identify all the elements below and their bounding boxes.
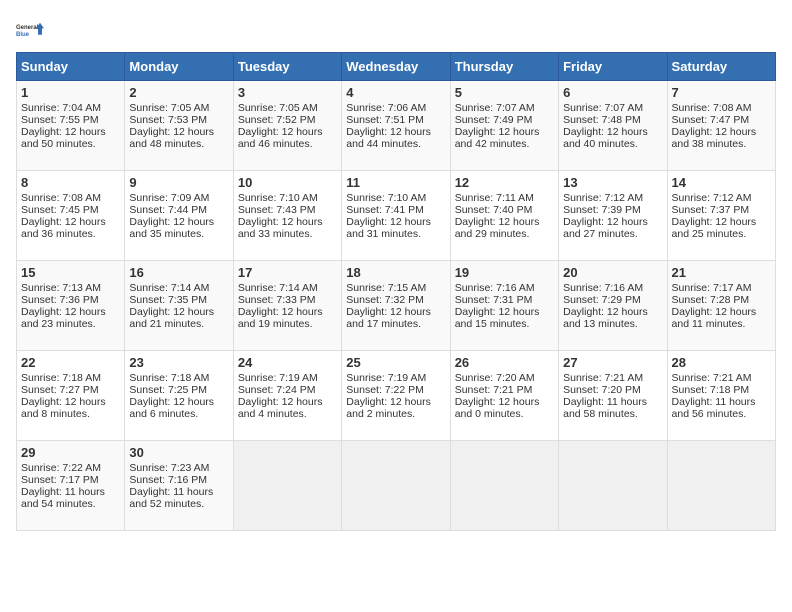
calendar-day-28: 28Sunrise: 7:21 AMSunset: 7:18 PMDayligh… bbox=[667, 351, 775, 441]
calendar-day-27: 27Sunrise: 7:21 AMSunset: 7:20 PMDayligh… bbox=[559, 351, 667, 441]
day-number: 12 bbox=[455, 175, 554, 190]
day-number: 5 bbox=[455, 85, 554, 100]
weekday-header-friday: Friday bbox=[559, 53, 667, 81]
day-number: 18 bbox=[346, 265, 445, 280]
svg-text:General: General bbox=[16, 25, 39, 31]
day-number: 20 bbox=[563, 265, 662, 280]
day-number: 7 bbox=[672, 85, 771, 100]
weekday-header-sunday: Sunday bbox=[17, 53, 125, 81]
calendar-day-8: 8Sunrise: 7:08 AMSunset: 7:45 PMDaylight… bbox=[17, 171, 125, 261]
calendar-week-1: 8Sunrise: 7:08 AMSunset: 7:45 PMDaylight… bbox=[17, 171, 776, 261]
calendar-week-2: 15Sunrise: 7:13 AMSunset: 7:36 PMDayligh… bbox=[17, 261, 776, 351]
day-number: 17 bbox=[238, 265, 337, 280]
calendar-day-7: 7Sunrise: 7:08 AMSunset: 7:47 PMDaylight… bbox=[667, 81, 775, 171]
day-number: 11 bbox=[346, 175, 445, 190]
calendar-day-29: 29Sunrise: 7:22 AMSunset: 7:17 PMDayligh… bbox=[17, 441, 125, 531]
weekday-header-row: SundayMondayTuesdayWednesdayThursdayFrid… bbox=[17, 53, 776, 81]
weekday-header-tuesday: Tuesday bbox=[233, 53, 341, 81]
day-number: 8 bbox=[21, 175, 120, 190]
calendar-week-3: 22Sunrise: 7:18 AMSunset: 7:27 PMDayligh… bbox=[17, 351, 776, 441]
calendar-day-empty bbox=[559, 441, 667, 531]
weekday-header-monday: Monday bbox=[125, 53, 233, 81]
day-number: 27 bbox=[563, 355, 662, 370]
day-number: 28 bbox=[672, 355, 771, 370]
calendar-day-10: 10Sunrise: 7:10 AMSunset: 7:43 PMDayligh… bbox=[233, 171, 341, 261]
calendar-day-21: 21Sunrise: 7:17 AMSunset: 7:28 PMDayligh… bbox=[667, 261, 775, 351]
calendar-day-11: 11Sunrise: 7:10 AMSunset: 7:41 PMDayligh… bbox=[342, 171, 450, 261]
calendar-day-20: 20Sunrise: 7:16 AMSunset: 7:29 PMDayligh… bbox=[559, 261, 667, 351]
day-number: 24 bbox=[238, 355, 337, 370]
calendar-day-3: 3Sunrise: 7:05 AMSunset: 7:52 PMDaylight… bbox=[233, 81, 341, 171]
day-number: 9 bbox=[129, 175, 228, 190]
logo: General Blue bbox=[16, 16, 44, 44]
calendar-day-empty bbox=[233, 441, 341, 531]
calendar-day-15: 15Sunrise: 7:13 AMSunset: 7:36 PMDayligh… bbox=[17, 261, 125, 351]
day-number: 13 bbox=[563, 175, 662, 190]
day-number: 19 bbox=[455, 265, 554, 280]
calendar-day-9: 9Sunrise: 7:09 AMSunset: 7:44 PMDaylight… bbox=[125, 171, 233, 261]
calendar-day-1: 1Sunrise: 7:04 AMSunset: 7:55 PMDaylight… bbox=[17, 81, 125, 171]
day-number: 15 bbox=[21, 265, 120, 280]
day-number: 2 bbox=[129, 85, 228, 100]
calendar-day-empty bbox=[450, 441, 558, 531]
calendar-day-23: 23Sunrise: 7:18 AMSunset: 7:25 PMDayligh… bbox=[125, 351, 233, 441]
calendar-day-19: 19Sunrise: 7:16 AMSunset: 7:31 PMDayligh… bbox=[450, 261, 558, 351]
day-number: 3 bbox=[238, 85, 337, 100]
logo-icon: General Blue bbox=[16, 16, 44, 44]
day-number: 30 bbox=[129, 445, 228, 460]
calendar-week-4: 29Sunrise: 7:22 AMSunset: 7:17 PMDayligh… bbox=[17, 441, 776, 531]
day-number: 14 bbox=[672, 175, 771, 190]
day-number: 6 bbox=[563, 85, 662, 100]
day-number: 21 bbox=[672, 265, 771, 280]
day-number: 22 bbox=[21, 355, 120, 370]
day-number: 29 bbox=[21, 445, 120, 460]
calendar-week-0: 1Sunrise: 7:04 AMSunset: 7:55 PMDaylight… bbox=[17, 81, 776, 171]
svg-text:Blue: Blue bbox=[16, 32, 30, 38]
weekday-header-thursday: Thursday bbox=[450, 53, 558, 81]
calendar-day-18: 18Sunrise: 7:15 AMSunset: 7:32 PMDayligh… bbox=[342, 261, 450, 351]
calendar-day-16: 16Sunrise: 7:14 AMSunset: 7:35 PMDayligh… bbox=[125, 261, 233, 351]
weekday-header-saturday: Saturday bbox=[667, 53, 775, 81]
calendar-day-13: 13Sunrise: 7:12 AMSunset: 7:39 PMDayligh… bbox=[559, 171, 667, 261]
calendar-day-25: 25Sunrise: 7:19 AMSunset: 7:22 PMDayligh… bbox=[342, 351, 450, 441]
calendar-day-empty bbox=[342, 441, 450, 531]
day-number: 10 bbox=[238, 175, 337, 190]
calendar-day-22: 22Sunrise: 7:18 AMSunset: 7:27 PMDayligh… bbox=[17, 351, 125, 441]
calendar-day-24: 24Sunrise: 7:19 AMSunset: 7:24 PMDayligh… bbox=[233, 351, 341, 441]
calendar-day-17: 17Sunrise: 7:14 AMSunset: 7:33 PMDayligh… bbox=[233, 261, 341, 351]
weekday-header-wednesday: Wednesday bbox=[342, 53, 450, 81]
day-number: 26 bbox=[455, 355, 554, 370]
calendar-day-2: 2Sunrise: 7:05 AMSunset: 7:53 PMDaylight… bbox=[125, 81, 233, 171]
day-number: 4 bbox=[346, 85, 445, 100]
day-number: 25 bbox=[346, 355, 445, 370]
calendar-day-26: 26Sunrise: 7:20 AMSunset: 7:21 PMDayligh… bbox=[450, 351, 558, 441]
calendar-day-30: 30Sunrise: 7:23 AMSunset: 7:16 PMDayligh… bbox=[125, 441, 233, 531]
calendar-day-6: 6Sunrise: 7:07 AMSunset: 7:48 PMDaylight… bbox=[559, 81, 667, 171]
calendar-day-5: 5Sunrise: 7:07 AMSunset: 7:49 PMDaylight… bbox=[450, 81, 558, 171]
calendar-day-12: 12Sunrise: 7:11 AMSunset: 7:40 PMDayligh… bbox=[450, 171, 558, 261]
calendar-day-14: 14Sunrise: 7:12 AMSunset: 7:37 PMDayligh… bbox=[667, 171, 775, 261]
day-number: 16 bbox=[129, 265, 228, 280]
calendar-day-4: 4Sunrise: 7:06 AMSunset: 7:51 PMDaylight… bbox=[342, 81, 450, 171]
page-header: General Blue bbox=[16, 16, 776, 44]
calendar-table: SundayMondayTuesdayWednesdayThursdayFrid… bbox=[16, 52, 776, 531]
day-number: 1 bbox=[21, 85, 120, 100]
day-number: 23 bbox=[129, 355, 228, 370]
calendar-day-empty bbox=[667, 441, 775, 531]
